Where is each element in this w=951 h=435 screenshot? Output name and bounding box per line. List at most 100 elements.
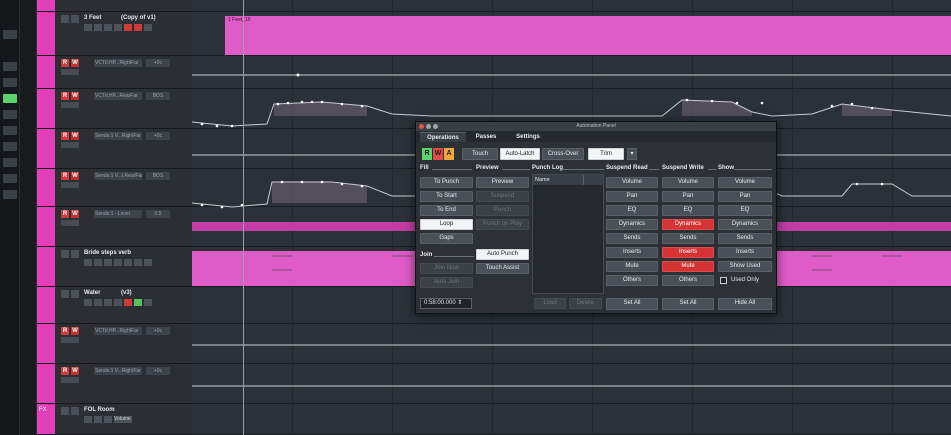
show-inserts-button[interactable]: Inserts	[718, 247, 772, 258]
suspend-read-sends-button[interactable]: Sends	[606, 233, 658, 244]
read-button[interactable]: R	[61, 367, 69, 375]
fill-to-end-button[interactable]: To End	[420, 205, 473, 216]
suspend-write-pan-button[interactable]: Pan	[662, 191, 714, 202]
tool-button[interactable]	[3, 62, 17, 71]
track-toggle[interactable]	[71, 290, 79, 298]
suspend-write-sends-button[interactable]: Sends	[662, 233, 714, 244]
write-button[interactable]: W	[71, 210, 79, 218]
track-toggle[interactable]	[61, 15, 69, 23]
tab-operations[interactable]: Operations	[420, 132, 466, 142]
track-toggle[interactable]	[71, 15, 79, 23]
read-button[interactable]: R	[61, 132, 69, 140]
automation-parameter[interactable]: Sends:1 V...t RearFar	[94, 172, 142, 180]
suspend-button[interactable]: Suspend	[476, 191, 529, 202]
track-header[interactable]: 3 Feet (Copy of v1)	[37, 12, 192, 56]
touch-mode-button[interactable]: Touch	[462, 148, 498, 160]
fill-to-start-button[interactable]: To Start	[420, 191, 473, 202]
project-cursor[interactable]	[243, 0, 244, 435]
track-header[interactable]: FX FOL Room Volume	[37, 404, 192, 435]
tool-button[interactable]	[3, 126, 17, 135]
tool-button[interactable]	[3, 142, 17, 151]
suspend-write-others-button[interactable]: Others	[662, 275, 714, 286]
automation-track[interactable]: RW Sends:1 - Level 0.5	[37, 207, 192, 247]
spin-icon[interactable]: ⇕	[457, 300, 462, 306]
suspend-write-set-all-button[interactable]: Set All	[662, 298, 714, 310]
track-header[interactable]	[37, 0, 192, 12]
touch-assist-button[interactable]: Touch Assist	[476, 263, 529, 274]
load-button[interactable]: Load	[534, 298, 566, 309]
show-sends-button[interactable]: Sends	[718, 233, 772, 244]
punch-log-list[interactable]: Name	[532, 174, 604, 294]
read-button[interactable]: R	[61, 327, 69, 335]
automation-value[interactable]: 0.5	[146, 210, 170, 218]
suspend-write-eq-button[interactable]: EQ	[662, 205, 714, 216]
show-volume-button[interactable]: Volume	[718, 177, 772, 188]
auto-punch-button[interactable]: Auto Punch	[476, 249, 529, 260]
read-button[interactable]: R	[61, 92, 69, 100]
fill-gaps-button[interactable]: Gaps	[420, 233, 473, 244]
tool-button-active[interactable]	[3, 94, 17, 103]
automation-value[interactable]: +0c	[146, 327, 170, 335]
tool-button[interactable]	[3, 110, 17, 119]
automation-parameter[interactable]: Sends:1 V...RightFar	[94, 367, 142, 375]
used-only-checkbox[interactable]	[720, 277, 727, 284]
tab-settings[interactable]: Settings	[508, 132, 548, 142]
write-button[interactable]: W	[71, 172, 79, 180]
suspend-read-pan-button[interactable]: Pan	[606, 191, 658, 202]
write-button[interactable]: W	[71, 132, 79, 140]
punch-log-header[interactable]: Name	[533, 175, 603, 185]
write-button[interactable]: W	[71, 367, 79, 375]
punch-on-play-button[interactable]: Punch on Play	[476, 219, 529, 230]
suspend-write-dynamics-button[interactable]: Dynamics	[662, 219, 714, 230]
tool-button[interactable]	[3, 158, 17, 167]
fill-to-punch-button[interactable]: To Punch	[420, 177, 473, 188]
auto-latch-mode-button[interactable]: Auto-Latch	[500, 148, 540, 160]
hide-all-button[interactable]: Hide All	[718, 298, 772, 310]
tool-button[interactable]	[3, 78, 17, 87]
read-button[interactable]: R	[61, 59, 69, 67]
cross-over-mode-button[interactable]: Cross-Over	[542, 148, 584, 160]
write-button[interactable]: W	[71, 59, 79, 67]
suspend-read-inserts-button[interactable]: Inserts	[606, 247, 658, 258]
automation-parameter[interactable]: VCTrl.HP...RightFar	[94, 327, 142, 335]
automation-parameter[interactable]: Sends:1 V...RightFar	[94, 132, 142, 140]
fill-loop-button[interactable]: Loop	[420, 219, 473, 230]
track-toggle[interactable]	[61, 250, 69, 258]
track-controls[interactable]: Volume	[84, 416, 132, 423]
tab-passes[interactable]: Passes	[468, 132, 504, 142]
automation-track[interactable]: RW VCTrl.HP...RearFar BOS	[37, 89, 192, 129]
trim-dropdown-icon[interactable]: ▾	[627, 148, 637, 160]
show-dynamics-button[interactable]: Dynamics	[718, 219, 772, 230]
track-controls[interactable]	[84, 299, 152, 306]
track-header[interactable]: Water (v3)	[37, 287, 192, 324]
automation-parameter[interactable]: Sends:1 - Level	[94, 210, 142, 218]
track-toggle[interactable]	[61, 290, 69, 298]
automation-value[interactable]: +0c	[146, 132, 170, 140]
show-used-button[interactable]: Show Used	[718, 261, 772, 272]
panel-titlebar[interactable]: Automation Panel	[416, 122, 776, 131]
punch-button[interactable]: Punch	[476, 205, 529, 216]
read-all-button[interactable]: R	[422, 148, 432, 160]
suspend-write-inserts-button[interactable]: Inserts	[662, 247, 714, 258]
write-all-button[interactable]: W	[433, 148, 443, 160]
automation-track[interactable]: RW VCTrl.HP...RightFar +0c	[37, 56, 192, 89]
delete-button[interactable]: Delete	[569, 298, 602, 309]
show-pan-button[interactable]: Pan	[718, 191, 772, 202]
track-header[interactable]: Bride steps verb	[37, 247, 192, 287]
track-toggle[interactable]	[71, 407, 79, 415]
tool-button[interactable]	[3, 30, 17, 39]
suspend-write-mute-button[interactable]: Mute	[662, 261, 714, 272]
preview-button[interactable]: Preview	[476, 177, 529, 188]
suspend-write-volume-button[interactable]: Volume	[662, 177, 714, 188]
suspend-read-set-all-button[interactable]: Set All	[606, 298, 658, 310]
track-toggle[interactable]	[71, 250, 79, 258]
tool-button[interactable]	[3, 190, 17, 199]
suspend-read-others-button[interactable]: Others	[606, 275, 658, 286]
suspend-read-dynamics-button[interactable]: Dynamics	[606, 219, 658, 230]
automation-track[interactable]: RW VCTrl.HP...RightFar +0c	[37, 324, 192, 364]
automation-track[interactable]: RW Sends:1 V...t RearFar BOS	[37, 169, 192, 207]
join-now-button[interactable]: Join Now	[420, 263, 473, 274]
automation-track[interactable]: RW Sends:1 V...RightFar +0c	[37, 129, 192, 169]
write-button[interactable]: W	[71, 327, 79, 335]
track-toggle[interactable]	[61, 407, 69, 415]
